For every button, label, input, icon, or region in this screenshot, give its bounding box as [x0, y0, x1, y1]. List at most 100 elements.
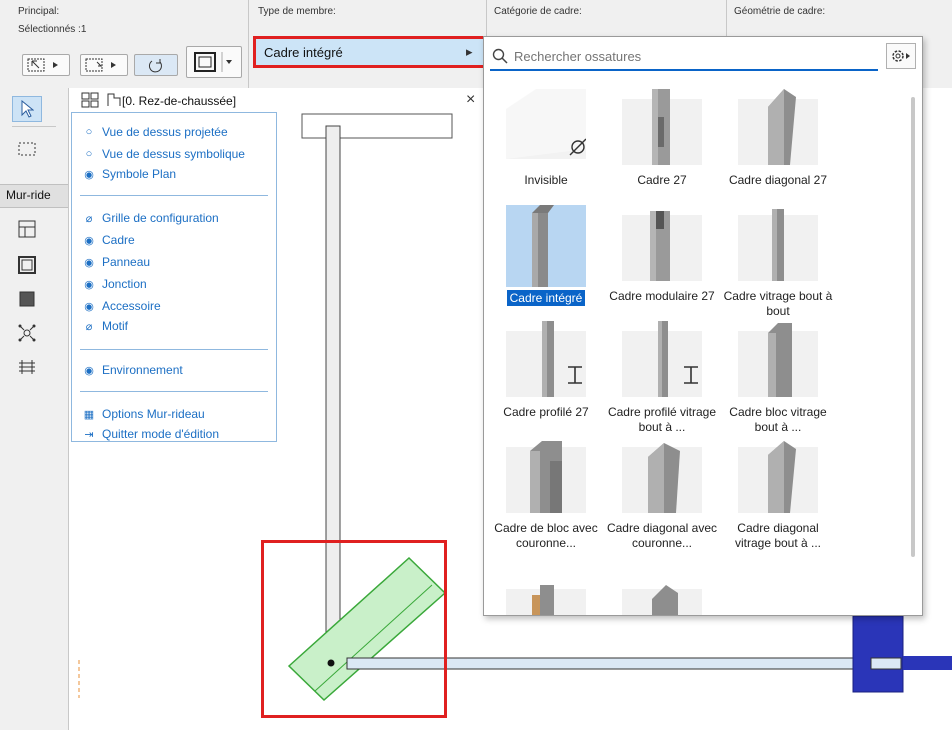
scrollbar-thumb[interactable]: [911, 97, 915, 557]
close-panel-button[interactable]: ×: [466, 91, 475, 109]
frame-item-label: Cadre bloc vitrage bout à ...: [729, 405, 827, 434]
modular-profile-icon: [622, 211, 702, 281]
selected-count-label: Sélectionnés :1: [18, 24, 87, 35]
story-label: [0. Rez-de-chaussée]: [122, 94, 237, 108]
frame-item-label: Cadre diagonal vitrage bout à ...: [734, 521, 822, 550]
marquee-tool-button[interactable]: [12, 136, 42, 162]
accessory-tool-button[interactable]: [12, 354, 42, 380]
gear-icon: [892, 50, 910, 62]
visibility-label: Jonction: [102, 277, 147, 291]
curtain-wall-options-link[interactable]: ▦ Options Mur-rideau: [82, 405, 205, 423]
eye-icon: ◉: [84, 278, 94, 291]
submenu-arrow-icon: ▸: [466, 44, 473, 59]
divider: [80, 195, 268, 196]
frame-category-label: Catégorie de cadre:: [494, 6, 582, 17]
frame-item-label: Cadre modulaire 27: [609, 289, 715, 303]
visibility-toggle[interactable]: ◉ Jonction: [82, 275, 147, 293]
member-type-dropdown[interactable]: Cadre intégré ▸: [253, 36, 486, 68]
display-mode-option[interactable]: ◉ Symbole Plan: [82, 165, 176, 183]
divider: [248, 0, 249, 88]
partial-thumbnail: [622, 585, 702, 615]
integrated-profile-icon: [506, 205, 586, 287]
frame-tool-button[interactable]: [12, 252, 42, 278]
exit-edit-mode-link[interactable]: ⇥ Quitter mode d'édition: [82, 425, 219, 443]
action-label: Quitter mode d'édition: [102, 427, 220, 441]
arrow-tool-button[interactable]: [12, 96, 42, 122]
floor-plan-icon: [107, 93, 121, 106]
frame-item-label: Cadre diagonal 27: [728, 173, 828, 187]
marquee-icon: [18, 142, 36, 156]
panel-tool-button[interactable]: [12, 286, 42, 312]
visibility-toggle[interactable]: ◉ Panneau: [82, 253, 150, 271]
frame-item-label: Cadre diagonal avec couronne...: [606, 521, 718, 550]
visibility-toggle[interactable]: ⌀ Grille de configuration: [82, 209, 219, 227]
frame-square-icon: [194, 52, 232, 72]
grid-panel-icon: [18, 220, 36, 238]
frame-item-label: Invisible: [524, 173, 568, 187]
capped-diagonal-profile-icon: [622, 443, 702, 513]
arrow-cursor-icon: [21, 100, 34, 118]
curtain-wall-grid-tool[interactable]: [12, 216, 42, 242]
frame-icon: [18, 256, 36, 274]
search-icon: [492, 48, 508, 64]
block-profile-icon: [738, 323, 818, 397]
eye-icon: ◉: [84, 300, 94, 313]
panel-icon: [19, 291, 35, 307]
visibility-toggle[interactable]: ⌀ Motif: [82, 317, 128, 335]
frame-display-button[interactable]: [186, 46, 242, 78]
highlight-box: [261, 540, 447, 718]
visibility-label: Grille de configuration: [102, 211, 219, 225]
rotate-hand-icon: [148, 59, 162, 73]
diagonal-profile-icon: [738, 89, 818, 165]
settings-button[interactable]: [886, 43, 916, 69]
visibility-toggle[interactable]: ◉ Cadre: [82, 231, 135, 249]
visibility-toggle[interactable]: ◉ Accessoire: [82, 297, 161, 315]
butt-glazing-profile-icon: [738, 209, 818, 281]
i-beam-profile-icon: [506, 321, 586, 397]
marquee-select-button[interactable]: [80, 54, 128, 76]
exit-icon: ⇥: [84, 428, 94, 441]
grid-icon: ▦: [83, 408, 95, 421]
radio-empty-icon: ○: [85, 148, 93, 160]
eye-icon: ◉: [84, 256, 94, 269]
empty-set-icon: [506, 89, 586, 159]
diagonal-glazing-profile-icon: [738, 441, 818, 513]
hidden-eye-icon: ⌀: [85, 320, 93, 333]
view-options-panel: ○ Vue de dessus projetée ○ Vue de dessus…: [71, 112, 277, 442]
display-mode-option[interactable]: ○ Vue de dessus projetée: [82, 123, 228, 141]
member-type-label: Type de membre:: [258, 6, 336, 17]
frame-item-label: Cadre profilé vitrage bout à ...: [607, 405, 717, 434]
search-input[interactable]: [512, 45, 876, 67]
radio-empty-icon: ○: [85, 126, 93, 138]
select-all-button[interactable]: [22, 54, 70, 76]
divider: [80, 349, 268, 350]
tool-category-header: Mur-ride: [0, 184, 68, 208]
visibility-label: Accessoire: [102, 299, 161, 313]
member-type-value: Cadre intégré: [264, 45, 343, 60]
accessory-icon: [19, 360, 35, 374]
display-mode-label: Vue de dessus symbolique: [102, 147, 245, 161]
frame-item-label: Cadre de bloc avec couronne...: [494, 521, 598, 550]
visibility-label: Panneau: [102, 255, 151, 269]
action-label: Options Mur-rideau: [102, 407, 205, 421]
frame-item-label: Cadre 27: [637, 173, 687, 187]
blue-wall-extension: [903, 656, 952, 670]
rotate-button[interactable]: [134, 54, 178, 76]
frame-item-label: Cadre vitrage bout à bout: [723, 289, 833, 318]
environment-toggle[interactable]: ◉ Environnement: [82, 361, 183, 379]
visibility-label: Motif: [102, 319, 129, 333]
selection-arrow-icon: [27, 58, 58, 72]
principal-label: Principal:: [18, 6, 60, 17]
frame-geometry-label: Géométrie de cadre:: [734, 6, 826, 17]
display-mode-option[interactable]: ○ Vue de dessus symbolique: [82, 145, 245, 163]
junction-tool-button[interactable]: [12, 320, 42, 346]
capped-block-profile-icon: [506, 441, 586, 513]
radio-selected-icon: ◉: [84, 168, 94, 181]
slot-profile-icon: [622, 89, 702, 165]
layout-grid-icon[interactable]: [81, 92, 101, 108]
visibility-label: Cadre: [102, 233, 135, 247]
environment-label: Environnement: [102, 363, 183, 377]
hidden-eye-icon: ⌀: [85, 212, 93, 225]
frame-item-label-selected: Cadre intégré: [506, 290, 586, 306]
eye-icon: ◉: [84, 364, 94, 377]
